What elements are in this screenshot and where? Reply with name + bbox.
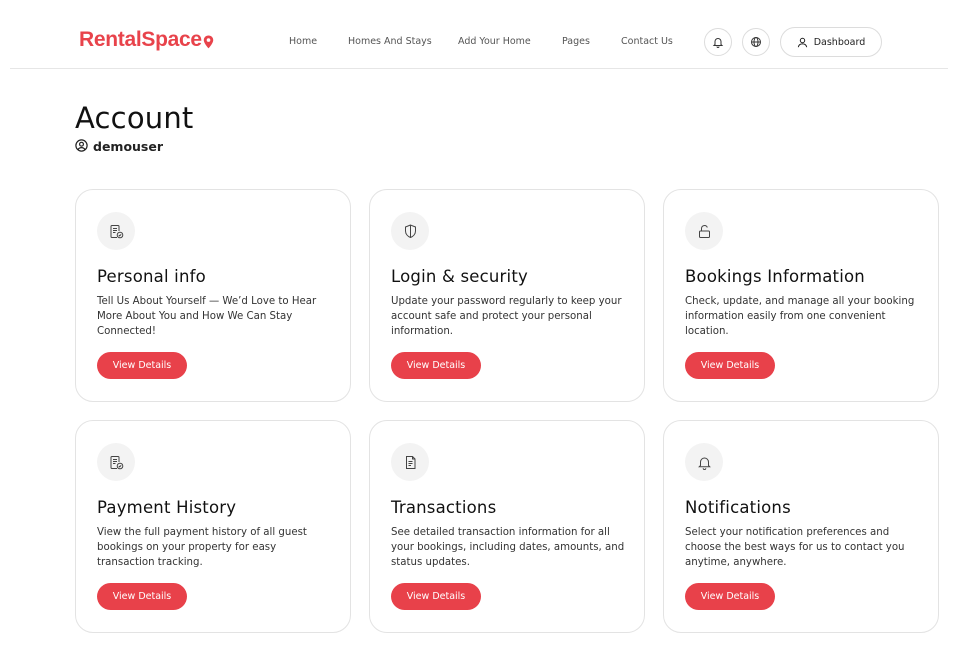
card-title: Transactions <box>391 498 497 517</box>
card-title: Notifications <box>685 498 791 517</box>
card-bookings-information: Bookings Information Check, update, and … <box>663 189 939 402</box>
card-notifications: Notifications Select your notification p… <box>663 420 939 633</box>
shield-icon <box>391 212 429 250</box>
card-payment-history: Payment History View the full payment hi… <box>75 420 351 633</box>
top-header: RentalSpace Home Homes And Stays Add You… <box>0 0 958 70</box>
account-username: demouser <box>93 139 164 154</box>
card-personal-info: Personal info Tell Us About Yourself — W… <box>75 189 351 402</box>
card-title: Bookings Information <box>685 267 865 286</box>
dashboard-button[interactable]: Dashboard <box>780 27 882 57</box>
view-details-button[interactable]: View Details <box>685 583 775 610</box>
account-user: demouser <box>75 137 163 156</box>
card-transactions: Transactions See detailed transaction in… <box>369 420 645 633</box>
card-description: View the full payment history of all gue… <box>97 527 307 568</box>
user-icon <box>797 33 808 52</box>
nav-item-home[interactable]: Home <box>289 36 317 47</box>
card-description: See detailed transaction information for… <box>391 527 625 568</box>
view-details-button[interactable]: View Details <box>97 583 187 610</box>
user-circle-icon <box>75 137 88 156</box>
notifications-button[interactable] <box>704 28 732 56</box>
language-button[interactable] <box>742 28 770 56</box>
nav-item-pages[interactable]: Pages <box>562 36 590 47</box>
map-pin-icon <box>203 31 214 55</box>
card-title: Payment History <box>97 498 237 517</box>
page-title: Account <box>75 101 194 135</box>
view-details-button[interactable]: View Details <box>97 352 187 379</box>
view-details-button[interactable]: View Details <box>391 352 481 379</box>
bell-icon <box>712 33 724 52</box>
nav-item-add-your-home[interactable]: Add Your Home <box>458 36 531 47</box>
card-description: Check, update, and manage all your booki… <box>685 296 915 337</box>
card-description: Select your notification preferences and… <box>685 527 905 568</box>
globe-icon <box>750 33 762 52</box>
document-check-icon <box>97 212 135 250</box>
view-details-button[interactable]: View Details <box>685 352 775 379</box>
card-description: Update your password regularly to keep y… <box>391 296 622 337</box>
receipt-icon <box>391 443 429 481</box>
document-check-icon <box>97 443 135 481</box>
card-title: Login & security <box>391 267 528 286</box>
brand-logo-text: entalSpace <box>93 28 202 51</box>
nav-item-homes-and-stays[interactable]: Homes And Stays <box>348 36 432 47</box>
view-details-button[interactable]: View Details <box>391 583 481 610</box>
dashboard-button-label: Dashboard <box>813 36 866 48</box>
nav-item-contact-us[interactable]: Contact Us <box>621 36 673 47</box>
brand-logo[interactable]: RentalSpace <box>79 27 214 53</box>
brand-logo-initial: R <box>79 28 94 51</box>
card-login-security: Login & security Update your password re… <box>369 189 645 402</box>
unlock-icon <box>685 212 723 250</box>
card-description: Tell Us About Yourself — We’d Love to He… <box>97 296 317 337</box>
header-divider <box>10 68 948 69</box>
bell-icon <box>685 443 723 481</box>
card-title: Personal info <box>97 267 206 286</box>
